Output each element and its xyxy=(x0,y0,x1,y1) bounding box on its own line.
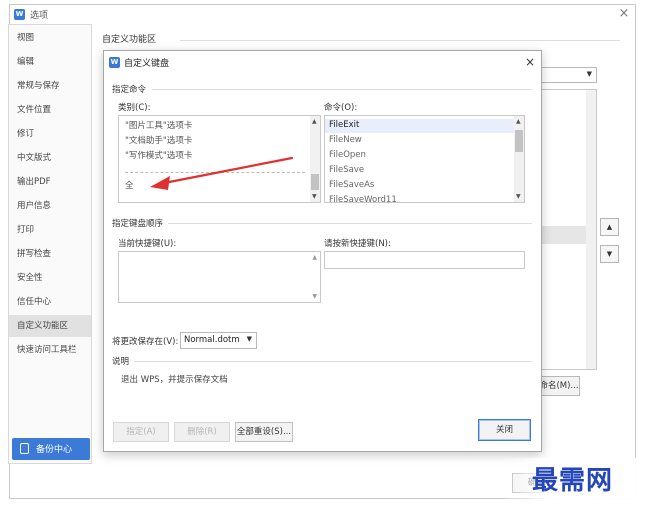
sidebar-item-spell-check[interactable]: 拼写检查 xyxy=(9,243,91,265)
specify-key-sequence-heading: 指定键盘顺序 xyxy=(112,219,164,229)
category-item[interactable]: "文档助手"选项卡 xyxy=(125,134,192,146)
command-item-selected[interactable]: FileExit xyxy=(329,120,359,130)
sidebar-item-general-save[interactable]: 常规与保存 xyxy=(9,75,91,97)
new-key-label: 请按新快捷键(N): xyxy=(324,239,391,249)
command-item[interactable]: FileSaveWord11 xyxy=(329,195,397,202)
reset-all-button[interactable]: 全部重设(S)... xyxy=(235,422,293,442)
move-down-button[interactable]: ▼ xyxy=(600,245,619,263)
scroll-thumb[interactable] xyxy=(515,130,523,152)
command-item[interactable]: FileSaveAs xyxy=(329,180,374,190)
ribbon-tabs-dropdown[interactable]: ▼ xyxy=(541,67,597,83)
save-changes-value: Normal.dotm xyxy=(184,335,240,345)
specify-command-heading: 指定命令 xyxy=(112,85,147,95)
categories-label: 类别(C): xyxy=(118,103,151,113)
wps-writer-icon: W xyxy=(14,9,25,20)
commands-list[interactable]: FileExit FileNew FileOpen FileSave FileS… xyxy=(324,115,525,203)
sidebar-item-view[interactable]: 视图 xyxy=(9,27,91,49)
ribbon-list-scrollbar[interactable] xyxy=(586,90,596,369)
categories-list[interactable]: "图片工具"选项卡 "文档助手"选项卡 "写作模式"选项卡 全 ▲ ▼ xyxy=(118,115,321,203)
scroll-down-icon[interactable]: ▼ xyxy=(312,293,317,300)
new-key-input[interactable] xyxy=(324,251,525,269)
move-up-button[interactable]: ▲ xyxy=(600,218,619,236)
description-text: 退出 WPS，并提示保存文档 xyxy=(121,375,228,385)
commands-scrollbar[interactable]: ▲ ▼ xyxy=(514,116,524,202)
current-keys-list[interactable]: ▲ ▼ xyxy=(118,251,321,303)
chevron-down-icon: ▼ xyxy=(586,70,592,78)
sidebar-item-edit[interactable]: 编辑 xyxy=(9,51,91,73)
sidebar-item-customize-ribbon[interactable]: 自定义功能区 xyxy=(9,315,91,337)
sidebar-item-file-locations[interactable]: 文件位置 xyxy=(9,99,91,121)
save-changes-label: 将更改保存在(V): xyxy=(112,337,179,347)
command-item[interactable]: FileSave xyxy=(329,165,364,175)
heading-divider xyxy=(180,40,620,41)
chevron-down-icon: ▼ xyxy=(246,335,252,343)
dialog-close-icon[interactable]: × xyxy=(522,54,538,70)
commands-label: 命令(O): xyxy=(324,103,358,113)
sidebar-item-revisions[interactable]: 修订 xyxy=(9,123,91,145)
sidebar-item-security[interactable]: 安全性 xyxy=(9,267,91,289)
customize-keyboard-dialog: W 自定义键盘 × 指定命令 类别(C): 命令(O): "图片工具"选项卡 "… xyxy=(103,50,542,452)
scroll-up-icon[interactable]: ▲ xyxy=(312,254,317,261)
command-item[interactable]: FileOpen xyxy=(329,150,366,160)
backup-center-button[interactable]: 备份中心 xyxy=(12,438,90,460)
section-divider xyxy=(134,361,532,362)
description-heading: 说明 xyxy=(112,357,130,367)
scroll-down-icon[interactable]: ▼ xyxy=(516,193,521,200)
ribbon-list-selected-row[interactable] xyxy=(542,226,586,244)
rename-button[interactable]: 命名(M)... xyxy=(538,376,580,396)
scroll-thumb[interactable] xyxy=(311,174,319,190)
scroll-up-icon[interactable]: ▲ xyxy=(516,118,521,125)
sidebar-item-user-info[interactable]: 用户信息 xyxy=(9,195,91,217)
sidebar-item-chinese-layout[interactable]: 中文版式 xyxy=(9,147,91,169)
current-keys-label: 当前快捷键(U): xyxy=(118,239,177,249)
category-item-all[interactable]: 全 xyxy=(125,179,134,191)
watermark-logo: 最需网 xyxy=(532,466,614,496)
options-titlebar: W 选项 × xyxy=(10,5,635,25)
categories-scrollbar[interactable]: ▲ ▼ xyxy=(310,116,320,202)
options-close-icon[interactable]: × xyxy=(616,6,632,22)
scroll-down-icon[interactable]: ▼ xyxy=(312,193,317,200)
options-sidebar: 视图 编辑 常规与保存 文件位置 修订 中文版式 输出PDF 用户信息 打印 拼… xyxy=(8,24,92,464)
sidebar-item-trust-center[interactable]: 信任中心 xyxy=(9,291,91,313)
backup-center-label: 备份中心 xyxy=(36,445,73,455)
sidebar-item-print[interactable]: 打印 xyxy=(9,219,91,241)
wps-writer-icon: W xyxy=(109,57,120,68)
sidebar-item-quick-access-toolbar[interactable]: 快速访问工具栏 xyxy=(9,339,91,361)
ribbon-tabs-list[interactable] xyxy=(541,89,597,370)
category-separator xyxy=(125,172,305,173)
dialog-title: 自定义键盘 xyxy=(124,59,170,69)
save-changes-dropdown[interactable]: Normal.dotm ▼ xyxy=(180,332,257,349)
section-divider xyxy=(152,89,532,90)
section-divider xyxy=(168,223,532,224)
sidebar-item-export-pdf[interactable]: 输出PDF xyxy=(9,171,91,193)
options-title: 选项 xyxy=(30,11,49,21)
customize-ribbon-heading: 自定义功能区 xyxy=(102,35,157,45)
scroll-up-icon[interactable]: ▲ xyxy=(312,118,317,125)
close-button[interactable]: 关闭 xyxy=(478,419,531,441)
assign-button[interactable]: 指定(A) xyxy=(113,422,169,442)
backup-icon xyxy=(20,443,29,454)
category-item[interactable]: "图片工具"选项卡 xyxy=(125,119,192,131)
command-item[interactable]: FileNew xyxy=(329,135,362,145)
remove-button[interactable]: 删除(R) xyxy=(174,422,230,442)
category-item[interactable]: "写作模式"选项卡 xyxy=(125,149,192,161)
